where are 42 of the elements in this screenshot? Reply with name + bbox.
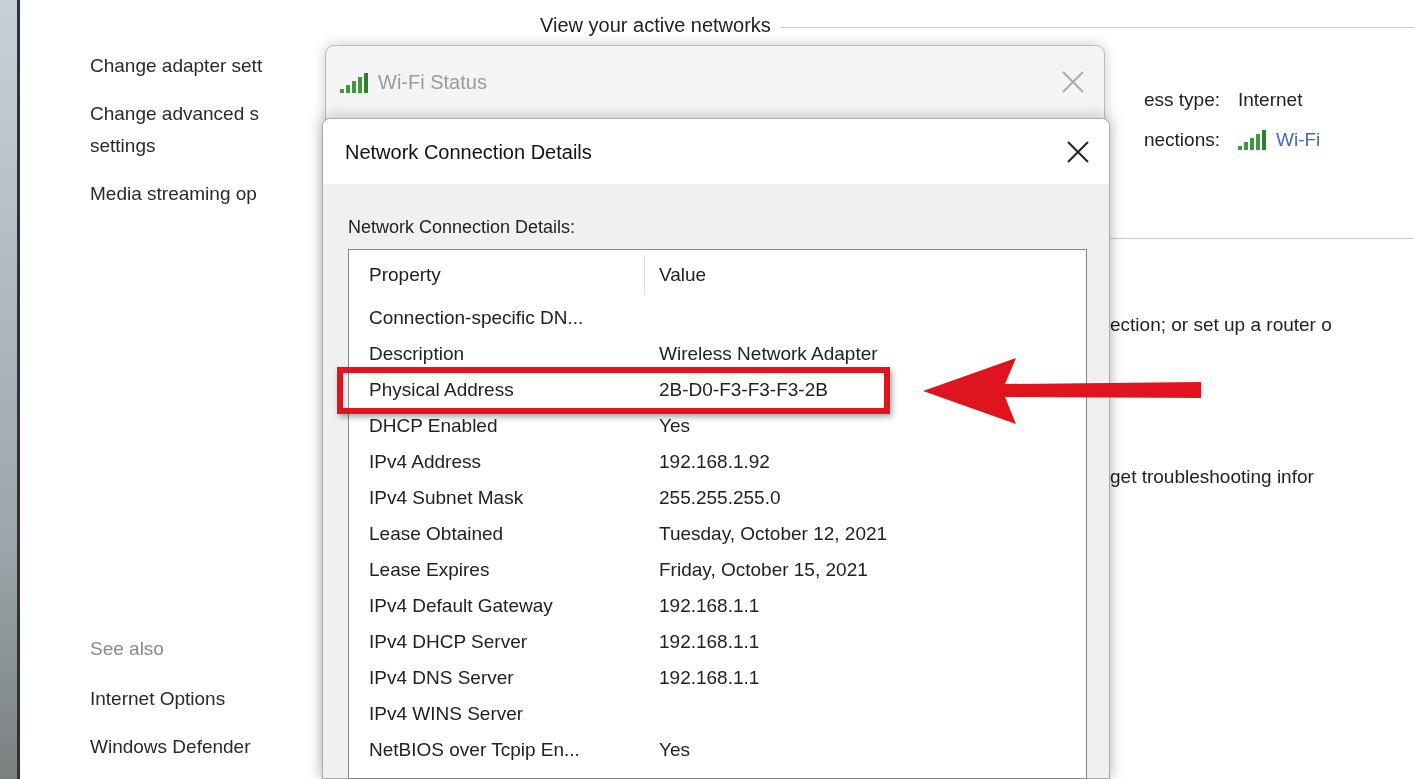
property-cell-text: IPv4 DNS Server: [368, 665, 515, 690]
property-cell-text: IPv4 Default Gateway: [368, 593, 554, 618]
value-cell-text: 2B-D0-F3-F3-F3-2B: [658, 377, 828, 402]
section-heading: View your active networks: [540, 13, 771, 38]
value-cell-text: 255.255.255.0: [658, 485, 781, 510]
value-cell-text: 192.168.1.1: [658, 665, 760, 690]
value-cell-text: 192.168.1.92: [658, 449, 770, 474]
connection-link[interactable]: Wi-Fi: [1276, 125, 1321, 155]
value-cell-text: 192.168.1.1: [658, 593, 760, 618]
property-cell-text: NetBIOS over Tcpip En...: [368, 737, 581, 762]
column-header[interactable]: Value: [645, 260, 707, 290]
value-cell-text: Yes: [658, 737, 690, 762]
property-cell-text: IPv4 DHCP Server: [368, 629, 529, 654]
task-link[interactable]: Internet Options: [90, 683, 320, 715]
dialog-title: Network Connection Details: [345, 139, 592, 165]
property-cell-text: IPv4 Subnet Mask: [368, 485, 525, 510]
property-cell-text: IPv4 WINS Server: [368, 701, 525, 726]
property-cell-text: Description: [368, 341, 466, 366]
value-cell-text: Yes: [658, 413, 690, 438]
column-header[interactable]: Property: [349, 255, 645, 295]
property-cell-text: Lease Obtained: [368, 521, 505, 546]
property-cell-text: Connection-specific DN...: [368, 305, 585, 330]
property-cell-text: DHCP Enabled: [368, 413, 499, 438]
dialog-title: Wi-Fi Status: [378, 70, 487, 95]
property-cell-text: IPv4 Address: [368, 449, 482, 474]
description-text: get troubleshooting infor: [1110, 465, 1315, 489]
field-label: nections:: [1142, 127, 1221, 152]
field-label: ess type:: [1142, 87, 1221, 112]
description-text: ection; or set up a router o: [1110, 313, 1333, 337]
task-link[interactable]: Media streaming op: [90, 178, 320, 210]
value-cell-text: Friday, October 15, 2021: [658, 557, 868, 582]
property-cell-text: Lease Expires: [368, 557, 491, 582]
value-cell-text: Wireless Network Adapter: [658, 341, 878, 366]
task-link[interactable]: Change advanced s settings: [90, 98, 320, 162]
task-link[interactable]: Windows Defender: [90, 731, 320, 763]
value-cell-text: Tuesday, October 12, 2021: [658, 521, 888, 546]
section-heading: See also: [90, 637, 165, 661]
value-cell-text: 192.168.1.1: [658, 629, 760, 654]
list-label: Network Connection Details:: [348, 216, 577, 239]
field-value: Internet: [1238, 87, 1303, 112]
task-link[interactable]: Change adapter sett: [90, 50, 320, 82]
property-cell-text: Physical Address: [368, 377, 515, 402]
